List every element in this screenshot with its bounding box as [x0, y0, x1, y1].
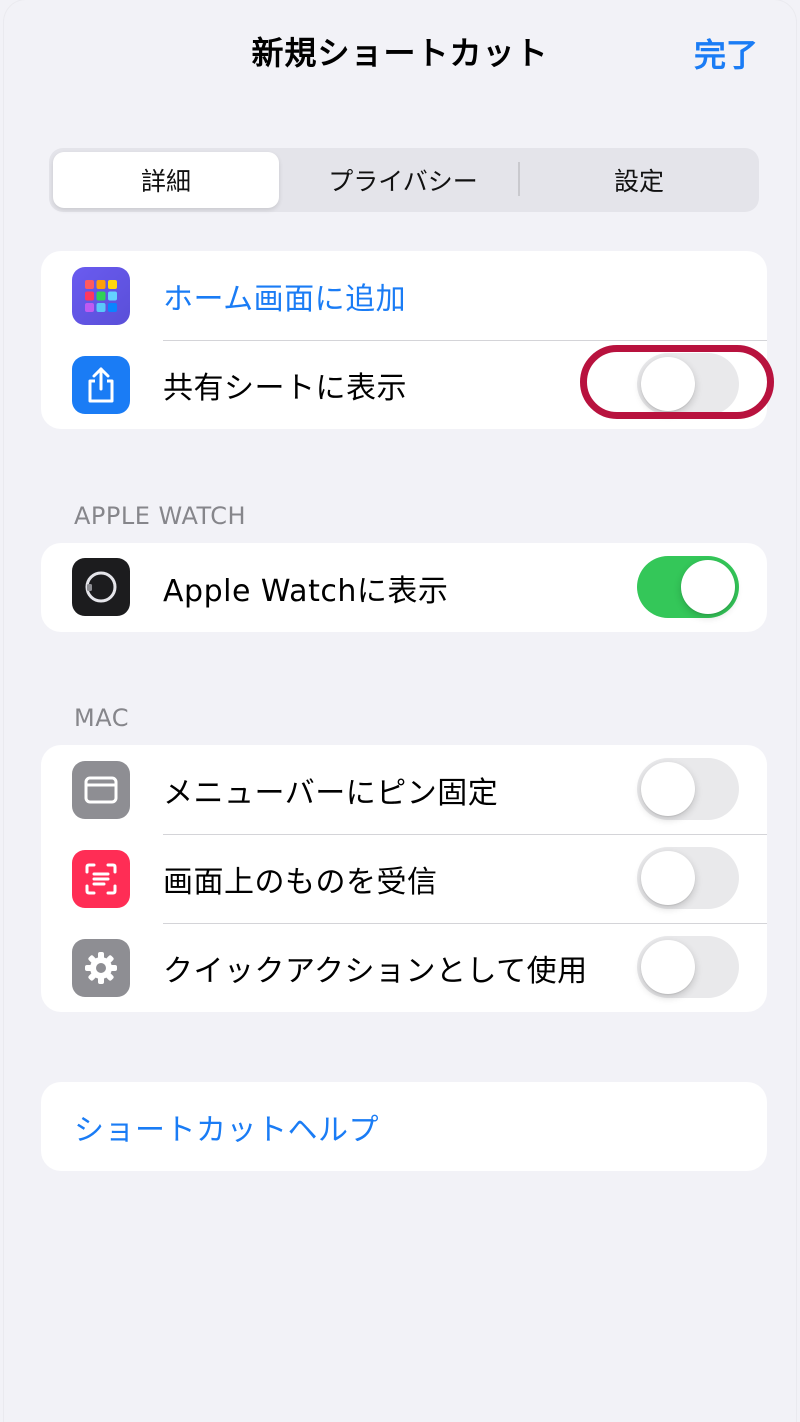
apple-watch-toggle[interactable] [637, 556, 739, 618]
pin-menubar-row: メニューバーにピン固定 [41, 745, 767, 834]
app-grid-icon [72, 267, 130, 325]
mac-group: メニューバーにピン固定 画面上のものを受信 クイックアクションとして使用 [41, 745, 767, 1012]
share-sheet-row: 共有シートに表示 [41, 340, 767, 429]
menubar-window-icon [72, 761, 130, 819]
receive-onscreen-label: 画面上のものを受信 [163, 864, 438, 900]
add-to-home-row[interactable]: ホーム画面に追加 [41, 251, 767, 340]
help-row[interactable]: ショートカットヘルプ [41, 1082, 767, 1171]
nav-title: 新規ショートカット [251, 34, 549, 72]
segment-settings[interactable]: 設定 [523, 152, 755, 208]
text-scan-icon [72, 850, 130, 908]
mac-section-header: MAC [74, 704, 129, 732]
quick-action-toggle[interactable] [637, 936, 739, 998]
segmented-control: 詳細 プライバシー 設定 [49, 148, 759, 212]
quick-action-row: クイックアクションとして使用 [41, 923, 767, 1012]
share-icon [72, 356, 130, 414]
sheet: 新規ショートカット 完了 詳細 プライバシー 設定 ホーム画面に追加 共有シート… [4, 0, 796, 1422]
help-group: ショートカットヘルプ [41, 1082, 767, 1171]
shortcut-help-link[interactable]: ショートカットヘルプ [74, 1105, 379, 1149]
quick-action-label: クイックアクションとして使用 [163, 953, 588, 989]
segment-privacy[interactable]: プライバシー [285, 152, 521, 208]
apple-watch-section-header: APPLE WATCH [74, 502, 247, 530]
apple-watch-group: Apple Watchに表示 [41, 543, 767, 632]
segment-divider [518, 162, 520, 196]
segment-details[interactable]: 詳細 [53, 152, 279, 208]
gear-icon [72, 939, 130, 997]
share-sheet-label: 共有シートに表示 [163, 370, 407, 406]
general-group: ホーム画面に追加 共有シートに表示 [41, 251, 767, 429]
receive-onscreen-toggle[interactable] [637, 847, 739, 909]
apple-watch-label: Apple Watchに表示 [163, 573, 449, 609]
receive-onscreen-row: 画面上のものを受信 [41, 834, 767, 923]
add-to-home-label: ホーム画面に追加 [163, 281, 407, 317]
pin-menubar-label: メニューバーにピン固定 [163, 775, 499, 811]
apple-watch-icon [72, 558, 130, 616]
pin-menubar-toggle[interactable] [637, 758, 739, 820]
apple-watch-row: Apple Watchに表示 [41, 543, 767, 632]
share-sheet-toggle[interactable] [637, 353, 739, 415]
done-button[interactable]: 完了 [694, 30, 758, 76]
